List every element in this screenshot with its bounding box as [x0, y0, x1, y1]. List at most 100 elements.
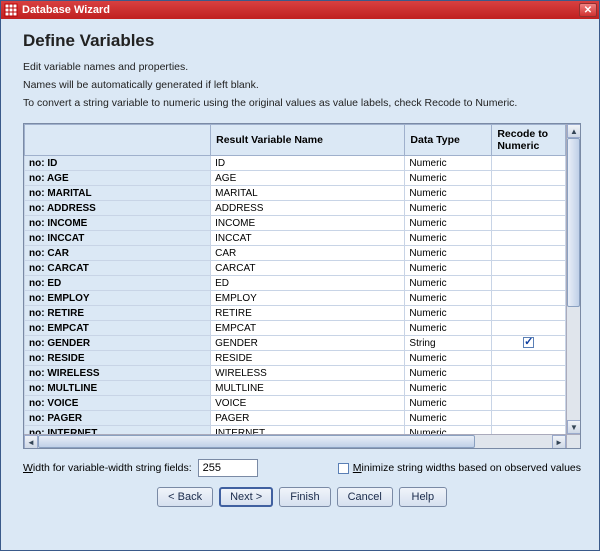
cell-result-name[interactable]: MULTLINE: [211, 381, 405, 396]
cell-recode[interactable]: [492, 381, 566, 396]
cell-data-type[interactable]: Numeric: [405, 201, 492, 216]
cell-data-type[interactable]: Numeric: [405, 381, 492, 396]
minimize-checkbox[interactable]: [338, 463, 349, 474]
table-row[interactable]: no: CARCARNumeric: [25, 246, 566, 261]
table-row[interactable]: no: INCOMEINCOMENumeric: [25, 216, 566, 231]
cell-result-name[interactable]: INCCAT: [211, 231, 405, 246]
scroll-track-v[interactable]: [567, 138, 580, 420]
cell-recode[interactable]: [492, 276, 566, 291]
cell-result-name[interactable]: CARCAT: [211, 261, 405, 276]
table-row[interactable]: no: CARCATCARCATNumeric: [25, 261, 566, 276]
cell-data-type[interactable]: Numeric: [405, 186, 492, 201]
cell-recode[interactable]: [492, 171, 566, 186]
next-button[interactable]: Next >: [219, 487, 273, 507]
table-row[interactable]: no: VOICEVOICENumeric: [25, 396, 566, 411]
table-row[interactable]: no: PAGERPAGERNumeric: [25, 411, 566, 426]
back-button[interactable]: < Back: [157, 487, 213, 507]
cell-result-name[interactable]: INTERNET: [211, 426, 405, 435]
finish-button[interactable]: Finish: [279, 487, 330, 507]
cell-recode[interactable]: [492, 216, 566, 231]
cell-recode[interactable]: [492, 321, 566, 336]
scroll-thumb-v[interactable]: [567, 138, 580, 307]
cell-data-type[interactable]: Numeric: [405, 426, 492, 435]
scroll-up-button[interactable]: ▲: [567, 124, 581, 138]
cell-data-type[interactable]: Numeric: [405, 321, 492, 336]
cell-result-name[interactable]: ID: [211, 156, 405, 171]
table-row[interactable]: no: MARITALMARITALNumeric: [25, 186, 566, 201]
cell-recode[interactable]: [492, 231, 566, 246]
cell-result-name[interactable]: EMPLOY: [211, 291, 405, 306]
table-row[interactable]: no: INTERNETINTERNETNumeric: [25, 426, 566, 435]
table-row[interactable]: no: AGEAGENumeric: [25, 171, 566, 186]
cell-result-name[interactable]: CAR: [211, 246, 405, 261]
cell-data-type[interactable]: Numeric: [405, 366, 492, 381]
cell-source[interactable]: no: WIRELESS: [25, 366, 211, 381]
scroll-down-button[interactable]: ▼: [567, 420, 581, 434]
col-header-result-name[interactable]: Result Variable Name: [211, 125, 405, 156]
cancel-button[interactable]: Cancel: [337, 487, 393, 507]
cell-source[interactable]: no: CARCAT: [25, 261, 211, 276]
cell-source[interactable]: no: CAR: [25, 246, 211, 261]
cell-result-name[interactable]: ADDRESS: [211, 201, 405, 216]
col-header-recode[interactable]: Recode to Numeric: [492, 125, 566, 156]
vertical-scrollbar[interactable]: ▲ ▼: [566, 124, 580, 434]
cell-source[interactable]: no: PAGER: [25, 411, 211, 426]
cell-source[interactable]: no: MARITAL: [25, 186, 211, 201]
cell-data-type[interactable]: String: [405, 336, 492, 351]
col-header-data-type[interactable]: Data Type: [405, 125, 492, 156]
cell-source[interactable]: no: INCOME: [25, 216, 211, 231]
scroll-track-h[interactable]: [38, 435, 552, 448]
cell-recode[interactable]: [492, 366, 566, 381]
cell-data-type[interactable]: Numeric: [405, 261, 492, 276]
table-row[interactable]: no: WIRELESSWIRELESSNumeric: [25, 366, 566, 381]
table-row[interactable]: no: MULTLINEMULTLINENumeric: [25, 381, 566, 396]
cell-result-name[interactable]: VOICE: [211, 396, 405, 411]
cell-result-name[interactable]: INCOME: [211, 216, 405, 231]
cell-recode[interactable]: [492, 261, 566, 276]
cell-source[interactable]: no: ADDRESS: [25, 201, 211, 216]
cell-data-type[interactable]: Numeric: [405, 396, 492, 411]
cell-source[interactable]: no: GENDER: [25, 336, 211, 351]
horizontal-scrollbar[interactable]: ◄ ►: [24, 434, 566, 448]
table-row[interactable]: no: RETIRERETIRENumeric: [25, 306, 566, 321]
cell-data-type[interactable]: Numeric: [405, 276, 492, 291]
cell-recode[interactable]: [492, 336, 566, 351]
cell-source[interactable]: no: MULTLINE: [25, 381, 211, 396]
cell-source[interactable]: no: INTERNET: [25, 426, 211, 435]
scroll-right-button[interactable]: ►: [552, 435, 566, 449]
cell-result-name[interactable]: EMPCAT: [211, 321, 405, 336]
minimize-widths-option[interactable]: Minimize string widths based on observed…: [338, 462, 581, 474]
cell-source[interactable]: no: INCCAT: [25, 231, 211, 246]
table-row[interactable]: no: IDIDNumeric: [25, 156, 566, 171]
cell-source[interactable]: no: RETIRE: [25, 306, 211, 321]
cell-source[interactable]: no: AGE: [25, 171, 211, 186]
help-button[interactable]: Help: [399, 487, 447, 507]
cell-source[interactable]: no: EMPLOY: [25, 291, 211, 306]
cell-result-name[interactable]: RESIDE: [211, 351, 405, 366]
cell-source[interactable]: no: EMPCAT: [25, 321, 211, 336]
table-row[interactable]: no: EMPCATEMPCATNumeric: [25, 321, 566, 336]
cell-data-type[interactable]: Numeric: [405, 171, 492, 186]
cell-data-type[interactable]: Numeric: [405, 231, 492, 246]
cell-recode[interactable]: [492, 306, 566, 321]
scroll-left-button[interactable]: ◄: [24, 435, 38, 449]
table-row[interactable]: no: INCCATINCCATNumeric: [25, 231, 566, 246]
close-button[interactable]: ✕: [579, 3, 597, 17]
scroll-thumb-h[interactable]: [38, 435, 475, 448]
table-row[interactable]: no: GENDERGENDERString: [25, 336, 566, 351]
cell-result-name[interactable]: MARITAL: [211, 186, 405, 201]
table-row[interactable]: no: ADDRESSADDRESSNumeric: [25, 201, 566, 216]
cell-source[interactable]: no: ID: [25, 156, 211, 171]
cell-recode[interactable]: [492, 351, 566, 366]
cell-recode[interactable]: [492, 156, 566, 171]
width-input[interactable]: [198, 459, 258, 477]
cell-source[interactable]: no: VOICE: [25, 396, 211, 411]
cell-source[interactable]: no: ED: [25, 276, 211, 291]
cell-recode[interactable]: [492, 426, 566, 435]
recode-checkbox[interactable]: [523, 337, 534, 348]
cell-result-name[interactable]: ED: [211, 276, 405, 291]
cell-data-type[interactable]: Numeric: [405, 156, 492, 171]
cell-recode[interactable]: [492, 186, 566, 201]
cell-data-type[interactable]: Numeric: [405, 246, 492, 261]
cell-result-name[interactable]: RETIRE: [211, 306, 405, 321]
